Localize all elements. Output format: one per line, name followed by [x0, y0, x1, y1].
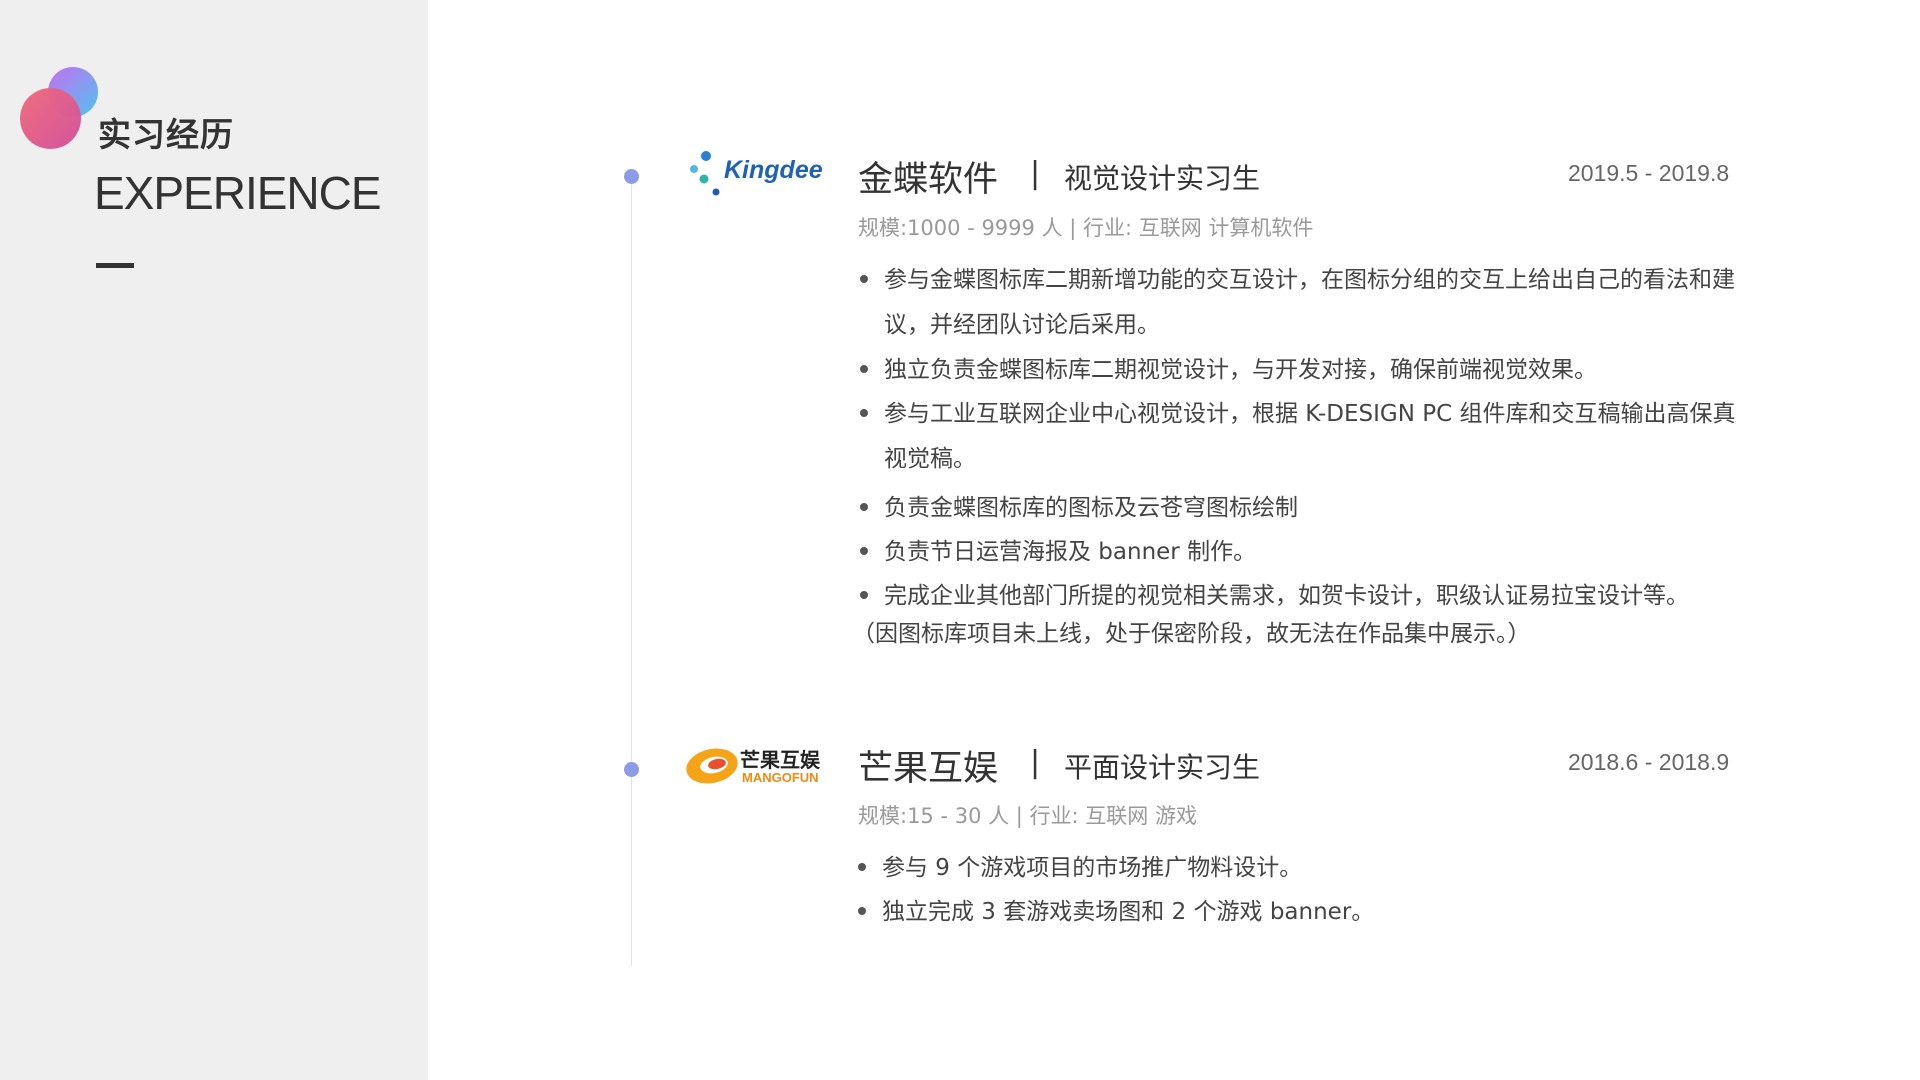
company-meta: 规模:1000 - 9999 人 | 行业: 互联网 计算机软件: [858, 216, 1314, 240]
company-meta: 规模:15 - 30 人 | 行业: 互联网 游戏: [858, 804, 1197, 828]
mangofun-logo-mark-icon: [686, 748, 738, 784]
job-role: 视觉设计实习生: [1064, 162, 1261, 195]
section-title-cn: 实习经历: [98, 115, 234, 154]
mangofun-logo-text-en: MANGOFUN: [742, 770, 819, 785]
title-separator: |: [1030, 156, 1041, 191]
company-name: 金蝶软件: [858, 160, 999, 200]
confidential-note: （因图标库项目未上线，处于保密阶段，故无法在作品集中展示。）: [852, 621, 1531, 647]
timeline-dot-2: [624, 762, 639, 777]
date-range: 2018.6 - 2018.9: [1568, 749, 1730, 775]
list-item: 参与 9 个游戏项目的市场推广物料设计。: [854, 846, 1744, 890]
list-item: 完成企业其他部门所提的视觉相关需求，如贺卡设计，职级认证易拉宝设计等。: [856, 574, 1746, 618]
timeline-line: [631, 178, 632, 966]
timeline-dot-1: [624, 169, 639, 184]
mangofun-logo: 芒果互娱 MANGOFUN: [684, 744, 834, 788]
company-name: 芒果互娱: [858, 749, 999, 789]
section-title-en: EXPERIENCE: [94, 167, 382, 219]
kingdee-logo: Kingdee: [688, 148, 828, 200]
sidebar: 实习经历 EXPERIENCE: [0, 0, 428, 1080]
title-underline: [96, 263, 134, 268]
decor-circle-red: [20, 88, 81, 149]
list-item: 独立完成 3 套游戏卖场图和 2 个游戏 banner。: [854, 890, 1744, 934]
mangofun-logo-text-cn: 芒果互娱: [740, 748, 820, 772]
list-item: 负责金蝶图标库的图标及云苍穹图标绘制: [856, 486, 1746, 530]
list-item: 参与工业互联网企业中心视觉设计，根据 K-DESIGN PC 组件库和交互稿输出…: [856, 392, 1746, 482]
list-item: 负责节日运营海报及 banner 制作。: [856, 530, 1746, 574]
list-item: 参与金蝶图标库二期新增功能的交互设计，在图标分组的交互上给出自己的看法和建议，并…: [856, 258, 1746, 348]
duty-list: 参与金蝶图标库二期新增功能的交互设计，在图标分组的交互上给出自己的看法和建议，并…: [856, 258, 1746, 618]
job-role: 平面设计实习生: [1064, 751, 1261, 784]
kingdee-logo-text: Kingdee: [724, 156, 823, 184]
list-item: 独立负责金蝶图标库二期视觉设计，与开发对接，确保前端视觉效果。: [856, 348, 1746, 392]
date-range: 2019.5 - 2019.8: [1568, 160, 1730, 186]
duty-list: 参与 9 个游戏项目的市场推广物料设计。 独立完成 3 套游戏卖场图和 2 个游…: [854, 846, 1744, 934]
title-separator: |: [1030, 745, 1041, 780]
